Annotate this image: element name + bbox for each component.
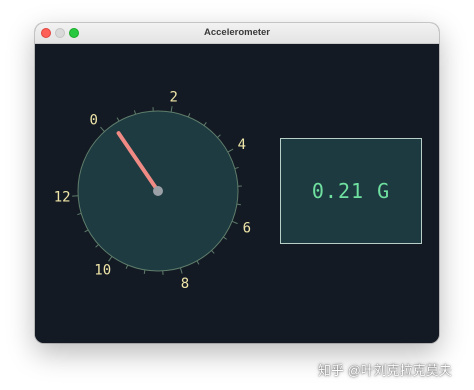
acceleration-value: 0.21 G	[311, 179, 391, 203]
gauge-tick	[125, 264, 129, 269]
gauge-tick	[236, 203, 241, 206]
title-bar[interactable]: Accelerometer	[35, 23, 439, 44]
gauge-tick-label: 10	[94, 263, 111, 279]
gauge-tick	[84, 229, 89, 233]
gauge-needle-hub	[153, 186, 163, 196]
window-title: Accelerometer	[203, 27, 270, 38]
gauge-tick	[95, 244, 99, 248]
gauge-tick-label: 8	[181, 276, 189, 292]
gauge-tick	[143, 269, 146, 274]
gauge-tick-label: 4	[238, 137, 246, 153]
gauge-tick	[179, 267, 183, 274]
gauge-tick	[231, 220, 238, 225]
gauge-tick	[217, 134, 221, 138]
gauge-tick	[100, 126, 105, 132]
gauge-tick-label: 0	[90, 113, 98, 129]
gauge-tick-label: 12	[54, 190, 71, 206]
watermark: 知乎 @叶刘克拉克莫夫	[318, 363, 452, 378]
gauge-tick	[227, 148, 234, 153]
window-content: 0 2 4 6 8 10 12 0.21 G	[35, 44, 439, 343]
gauge-tick	[234, 166, 239, 170]
gauge-tick-label: 2	[170, 89, 178, 105]
gauge-tick	[77, 212, 82, 216]
gauge-tick	[116, 117, 120, 122]
acceleration-readout-panel: 0.21 G	[280, 138, 422, 244]
gauge-tick	[203, 122, 207, 126]
gauge-tick	[133, 110, 137, 115]
gauge-tick	[211, 250, 215, 254]
app-window: Accelerometer 0 2 4 6 8 10 12 0.21 G	[35, 23, 439, 343]
gauge-tick-label: 6	[243, 220, 251, 236]
gauge-tick	[196, 260, 200, 265]
gauge-tick	[187, 113, 191, 118]
gauge-tick	[108, 256, 113, 262]
gauge-tick	[170, 106, 173, 113]
gauge-tick	[223, 236, 227, 240]
